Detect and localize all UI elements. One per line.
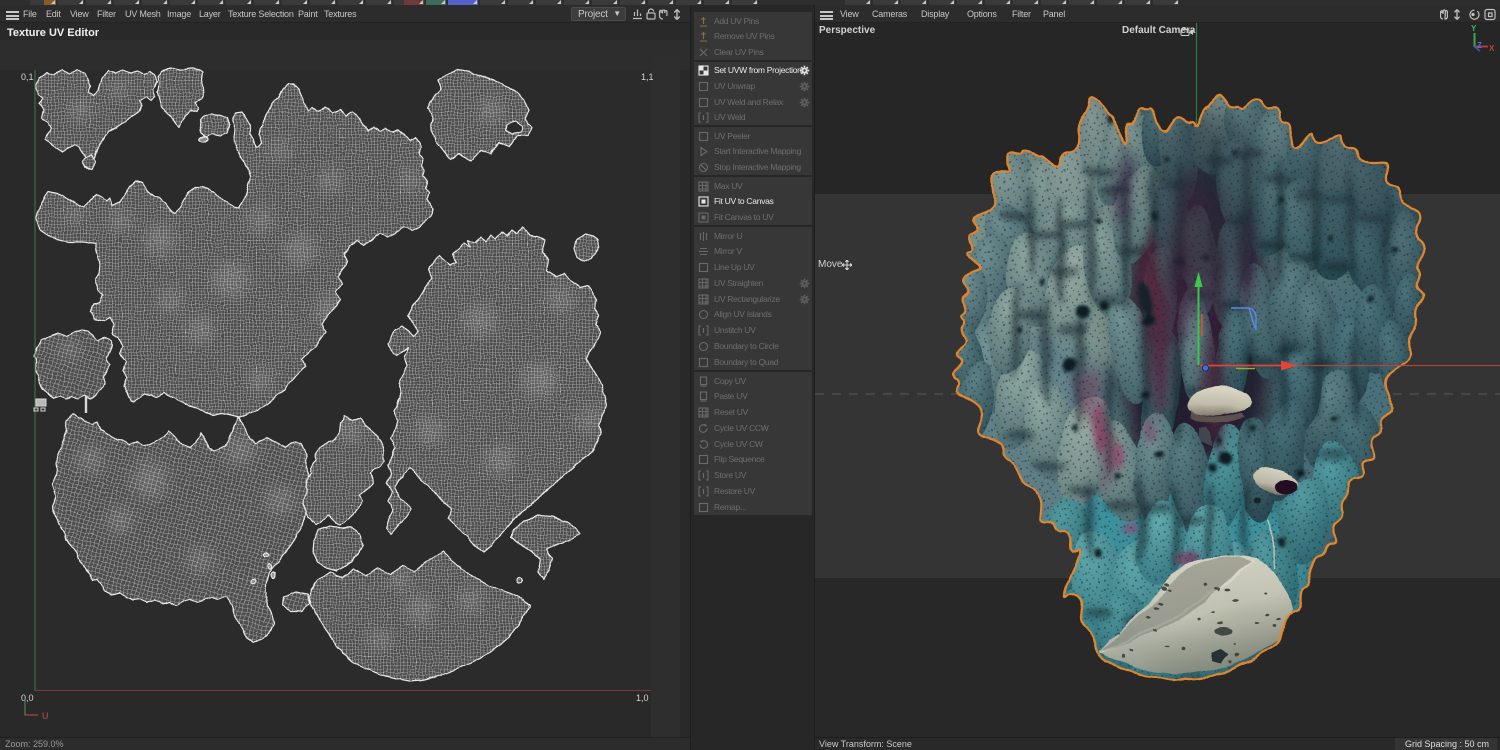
svg-text:1,0: 1,0 [636, 693, 649, 703]
svg-text:Z: Z [1477, 41, 1482, 50]
svg-text:Y: Y [1471, 24, 1477, 33]
svg-text:X: X [1489, 44, 1495, 53]
svg-text:0,1: 0,1 [21, 72, 34, 82]
svg-text:0,0: 0,0 [21, 693, 34, 703]
svg-text:1,1: 1,1 [641, 72, 654, 82]
svg-text:U: U [42, 711, 49, 721]
